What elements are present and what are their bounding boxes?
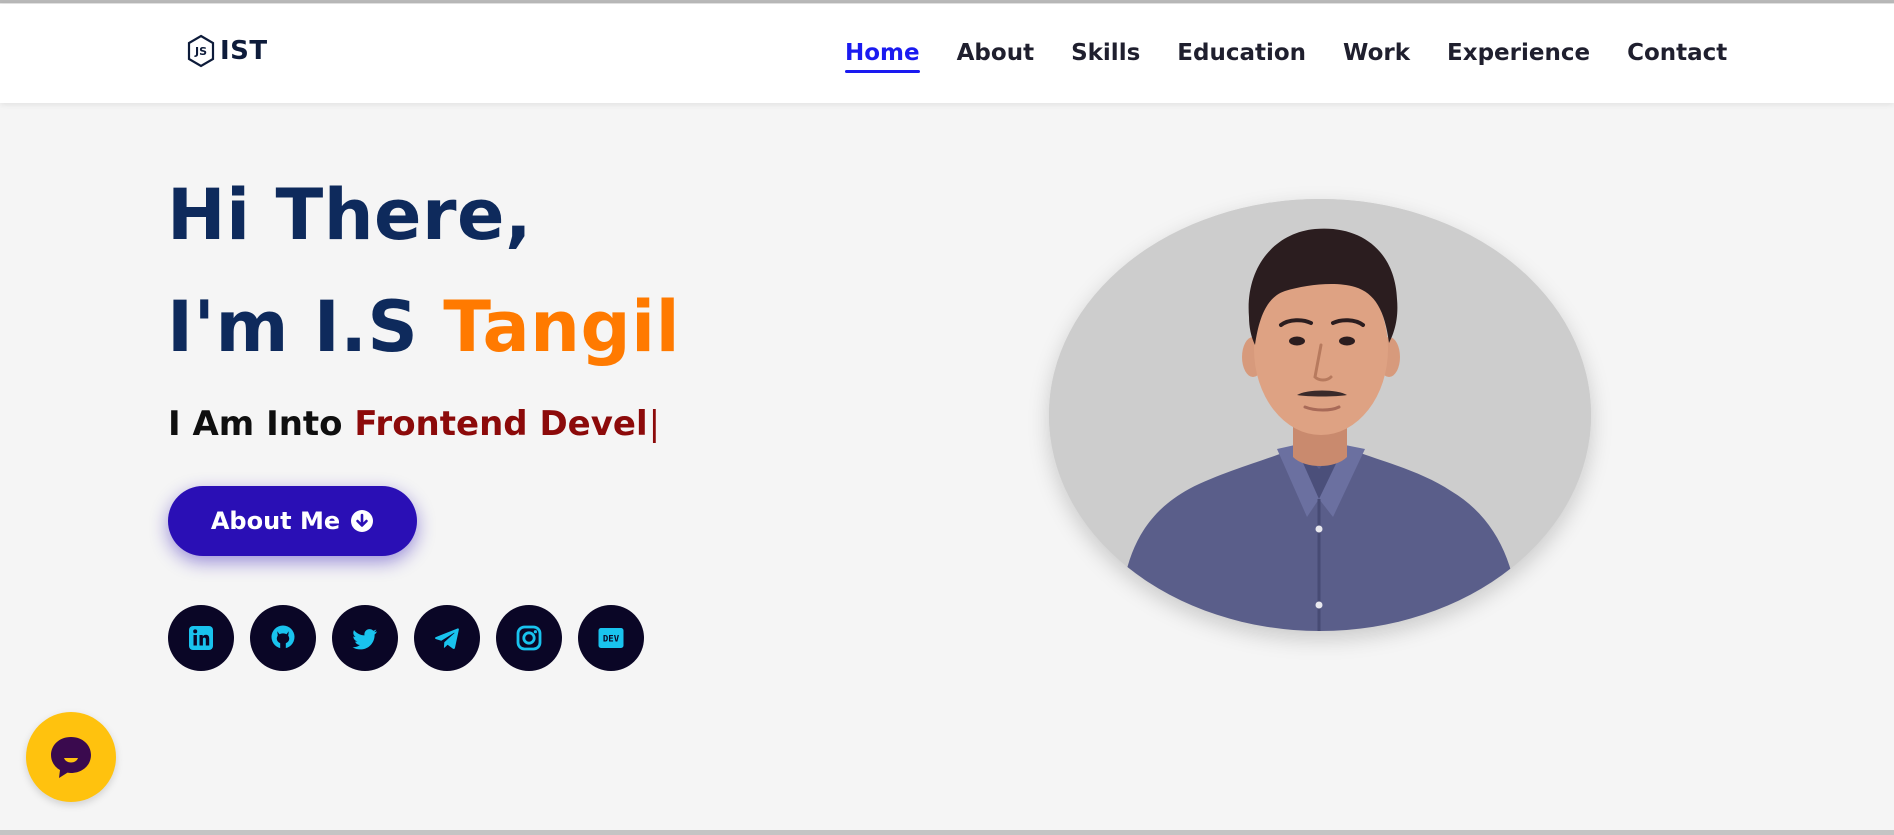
linkedin-link[interactable] xyxy=(168,605,234,671)
about-me-button[interactable]: About Me xyxy=(168,486,417,556)
profile-photo xyxy=(1049,199,1591,631)
chat-bubble-icon xyxy=(51,737,91,778)
chat-widget-button[interactable] xyxy=(26,712,116,802)
nav-home[interactable]: Home xyxy=(842,40,923,73)
hero-intro: I'm I.S Tangil xyxy=(167,292,680,362)
dev-link[interactable]: DEV xyxy=(578,605,644,671)
hero-name: Tangil xyxy=(443,286,681,368)
telegram-link[interactable] xyxy=(414,605,480,671)
hero-greeting: Hi There, xyxy=(167,174,533,256)
twitter-link[interactable] xyxy=(332,605,398,671)
dev-icon-label: DEV xyxy=(603,635,620,645)
nav-contact[interactable]: Contact xyxy=(1624,40,1730,73)
twitter-icon xyxy=(352,629,377,650)
github-link[interactable] xyxy=(250,605,316,671)
js-hexagon-logo-icon: JS xyxy=(187,34,215,68)
linkedin-icon xyxy=(189,626,213,650)
nav-education[interactable]: Education xyxy=(1174,40,1309,73)
arrow-down-circle-icon xyxy=(351,510,374,532)
telegram-icon xyxy=(435,628,459,650)
navbar: JS IST Home About Skills Education Work … xyxy=(0,4,1894,103)
github-icon xyxy=(271,625,295,649)
nav-experience[interactable]: Experience xyxy=(1444,40,1593,73)
instagram-link[interactable] xyxy=(496,605,562,671)
profile-photo-illustration xyxy=(1049,199,1591,631)
brand-logo[interactable]: JS IST xyxy=(186,34,268,68)
instagram-icon xyxy=(516,625,542,651)
nav-skills[interactable]: Skills xyxy=(1068,40,1143,73)
typed-text: Frontend Devel xyxy=(354,404,648,444)
window-bottom-border xyxy=(0,830,1894,835)
nav-work[interactable]: Work xyxy=(1340,40,1413,73)
typing-prefix: I Am Into xyxy=(168,404,355,444)
nav-about[interactable]: About xyxy=(954,40,1037,73)
brand-text: IST xyxy=(220,36,268,66)
typing-line: I Am Into Frontend Devel| xyxy=(168,407,660,441)
svg-text:JS: JS xyxy=(194,45,207,58)
typing-cursor: | xyxy=(648,404,661,444)
about-me-button-label: About Me xyxy=(210,507,341,535)
hero-intro-prefix: I'm I.S xyxy=(167,286,444,368)
nav-menu: Home About Skills Education Work Experie… xyxy=(842,40,1730,73)
dev-icon: DEV xyxy=(598,628,624,648)
social-links: DEV xyxy=(168,605,644,671)
